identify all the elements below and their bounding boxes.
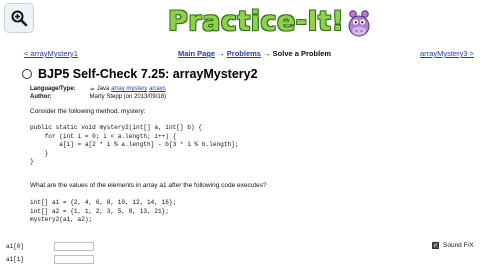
zoom-button[interactable] xyxy=(4,3,34,33)
tag-arrays[interactable]: arrays xyxy=(149,86,166,92)
answer-input-a1-1[interactable] xyxy=(54,255,94,264)
sound-fx-checkbox[interactable]: ✓ xyxy=(432,242,439,249)
code-line: int[] a1 = {2, 4, 6, 8, 10, 12, 14, 16}; xyxy=(30,199,177,206)
author-label: Author: xyxy=(30,93,52,100)
tag-array-mystery[interactable]: array mystery xyxy=(111,86,147,92)
prev-problem-link[interactable]: < arrayMystery1 xyxy=(24,49,78,58)
hippo-mascot-icon xyxy=(348,10,370,37)
breadcrumb-separator: → xyxy=(263,49,271,58)
language-row: Language/Type: ☕ Java array mystery arra… xyxy=(30,86,166,94)
code-line: for (int i = 0; i < a.length; i++) { xyxy=(30,132,177,140)
call-code-block: int[] a1 = {2, 4, 6, 8, 10, 12, 14, 16};… xyxy=(30,199,176,225)
next-problem-link[interactable]: arrayMystery3 > xyxy=(420,49,474,58)
breadcrumb: Main Page → Problems → Solve a Problem xyxy=(178,49,331,58)
problem-title: BJP5 Self-Check 7.25: arrayMystery2 xyxy=(38,67,258,81)
language-value: ☕ Java xyxy=(89,86,110,92)
breadcrumb-problems[interactable]: Problems xyxy=(227,49,261,58)
problem-navigation: < arrayMystery1 Main Page → Problems → S… xyxy=(0,49,480,61)
problem-question: What are the values of the elements in a… xyxy=(30,182,267,189)
answer-input-a1-0[interactable] xyxy=(54,242,94,251)
answer-row: a1[0] xyxy=(6,240,94,253)
code-line: mystery2(a1, a2); xyxy=(30,216,93,223)
problem-header: BJP5 Self-Check 7.25: arrayMystery2 xyxy=(22,67,258,81)
author-row: Author: Marty Stepp (on 2013/09/18) xyxy=(30,94,166,102)
magnifier-plus-icon xyxy=(11,10,28,27)
author-value: Marty Stepp (on 2013/09/18) xyxy=(89,93,167,100)
sound-fx-label: Sound F/X xyxy=(443,242,474,249)
code-line: public static void mystery2(int[] a, int… xyxy=(30,124,202,131)
site-logo[interactable]: Practice-It! xyxy=(168,2,372,40)
method-code-block: public static void mystery2(int[] a, int… xyxy=(30,124,238,167)
problem-intro: Consider the following method, mystery: xyxy=(30,108,146,115)
problem-meta: Language/Type: ☕ Java array mystery arra… xyxy=(30,86,166,101)
breadcrumb-current: Solve a Problem xyxy=(272,49,332,58)
code-line: a[i] = a[2 * i % a.length] - b[3 * i % b… xyxy=(30,141,239,148)
code-line: } xyxy=(30,149,49,157)
problem-status-radio xyxy=(22,69,32,79)
answer-form: a1[0] a1[1] xyxy=(6,240,94,266)
answer-label: a1[0] xyxy=(6,243,25,250)
code-line: int[] a2 = {1, 1, 2, 3, 5, 8, 13, 21}; xyxy=(30,207,169,215)
breadcrumb-main-page[interactable]: Main Page xyxy=(178,49,215,58)
breadcrumb-separator: → xyxy=(217,49,225,58)
code-line: } xyxy=(30,158,34,165)
logo-text: Practice-It! xyxy=(168,5,345,37)
language-label: Language/Type: xyxy=(30,86,76,92)
answer-row: a1[1] xyxy=(6,253,94,266)
sound-fx-toggle[interactable]: ✓ Sound F/X xyxy=(432,242,474,249)
answer-label: a1[1] xyxy=(6,256,25,263)
